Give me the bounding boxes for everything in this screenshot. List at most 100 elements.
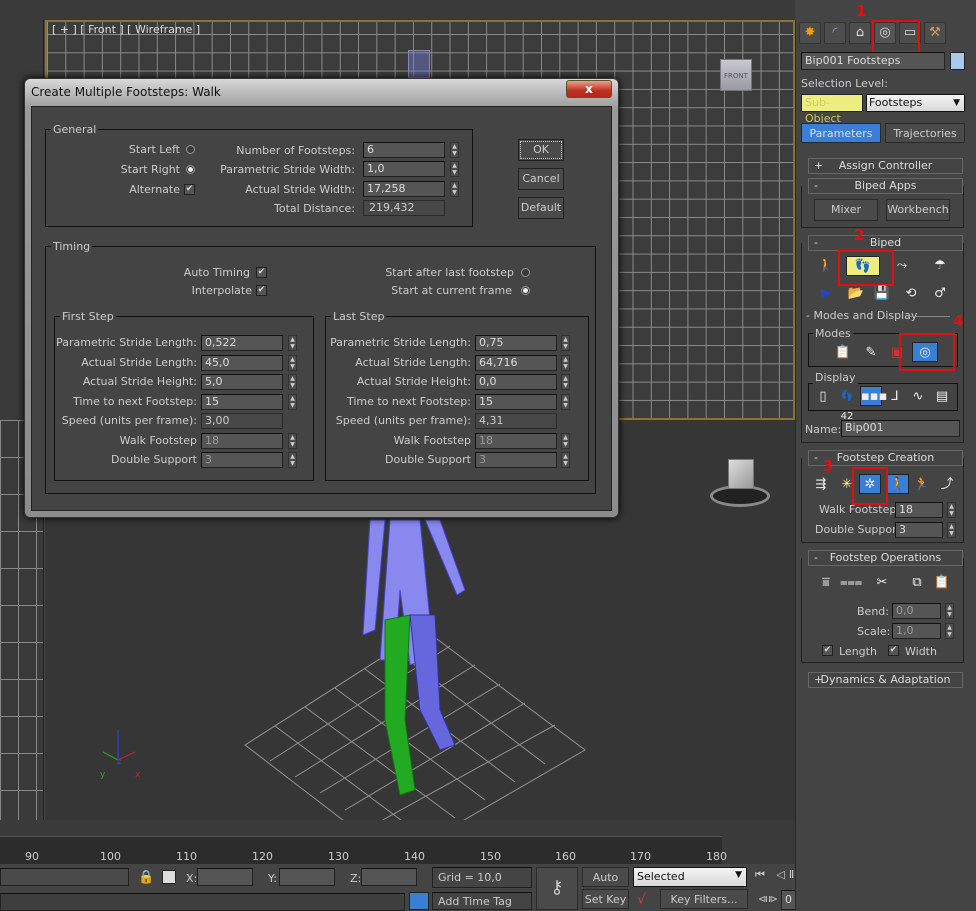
rollout-dynamics-adaptation[interactable]: + Dynamics & Adaptation [808, 672, 963, 688]
script-listener-field[interactable] [0, 868, 129, 886]
rubber-band-mode-icon[interactable]: ✎ [860, 343, 882, 363]
paste-footsteps-icon[interactable]: 📋 [931, 573, 953, 593]
first-step-row-field[interactable]: 0,522 [201, 335, 283, 351]
z-coordinate-field[interactable] [361, 868, 417, 886]
set-key-button[interactable]: Set Key [582, 889, 629, 909]
rollout-assign-controller[interactable]: + Assign Controller [808, 158, 963, 174]
last-step-row-field[interactable]: 0,75 [475, 335, 557, 351]
delete-footsteps-icon[interactable]: ✂ [871, 573, 893, 593]
selection-level-dropdown[interactable]: Footsteps ▼ [866, 94, 965, 112]
bend-spinner[interactable]: ▲ ▼ [945, 603, 954, 619]
walk-icon[interactable]: 🚶 [887, 474, 909, 494]
curve-editor-icon[interactable]: √ [637, 892, 646, 908]
twist-links-icon[interactable]: ▪▪▪ [860, 386, 887, 406]
first-step-row-field[interactable]: 3 [201, 452, 283, 468]
deactivate-footsteps-icon[interactable]: ⩶ [840, 573, 862, 593]
mixer-button[interactable]: Mixer [814, 199, 878, 221]
leg-states-icon[interactable]: ⅃ [884, 387, 906, 407]
last-step-row-spinner[interactable]: ▲ ▼ [561, 432, 570, 449]
viewcube-front[interactable]: FRONT [720, 59, 752, 91]
copy-footsteps-icon[interactable]: ⧉ [906, 573, 928, 593]
first-step-row-field[interactable]: 45,0 [201, 354, 283, 371]
param-stride-width-spinner[interactable]: ▲ ▼ [450, 161, 459, 177]
tab-trajectories[interactable]: Trajectories [885, 123, 965, 143]
cancel-button[interactable]: Cancel [518, 168, 564, 190]
sub-object-button[interactable]: Sub-Object [801, 94, 863, 125]
convert-icon[interactable]: ⟲ [900, 284, 922, 304]
trajectories-icon[interactable]: ∿ [907, 387, 929, 407]
run-icon[interactable]: 🏃 [911, 475, 933, 495]
first-step-row-field[interactable]: 15 [201, 393, 283, 410]
last-step-row-field[interactable]: 18 [475, 432, 557, 449]
objects-display-icon[interactable]: ▯ [812, 387, 834, 407]
first-step-row-field[interactable]: 5,0 [201, 374, 283, 390]
load-file-icon[interactable]: 📂 [845, 284, 867, 304]
biped-wireframe-top[interactable] [408, 50, 430, 78]
double-support-spinner[interactable]: ▲ ▼ [947, 522, 956, 538]
mixer-mode-icon[interactable]: ☂ [929, 256, 951, 276]
motion-flow-mode-icon[interactable]: ⤳ [891, 256, 913, 276]
viewcube-perspective[interactable] [710, 455, 770, 515]
scale-spinner[interactable]: ▲ ▼ [945, 623, 954, 639]
workbench-button[interactable]: Workbench [886, 199, 950, 221]
ok-button[interactable]: OK [518, 139, 564, 161]
last-step-row-spinner[interactable]: ▲ ▼ [561, 354, 570, 371]
last-step-row-field[interactable]: 15 [475, 393, 557, 410]
biped-name-field[interactable]: Bip001 [841, 420, 960, 437]
start-current-radio[interactable] [521, 286, 530, 295]
key-filters-button[interactable]: Key Filters... [660, 889, 748, 909]
utilities-tab-icon[interactable]: ⚒ [924, 22, 946, 44]
footsteps-display-icon[interactable]: 👣42 [836, 387, 858, 422]
key-mode-toggle-icon[interactable]: ⧏⧐ [758, 894, 778, 905]
hierarchy-tab-icon[interactable]: ⌂ [849, 22, 871, 44]
default-button[interactable]: Default [518, 197, 564, 219]
modes-and-display-label[interactable]: - Modes and Display [806, 309, 917, 322]
num-footsteps-field[interactable]: 6 [363, 142, 445, 158]
start-left-radio[interactable] [186, 145, 195, 154]
y-coordinate-field[interactable] [279, 868, 335, 886]
auto-timing-checkbox[interactable]: ✔ [256, 267, 267, 278]
interpolate-checkbox[interactable]: ✔ [256, 285, 267, 296]
auto-key-button[interactable]: Auto Key [582, 867, 629, 904]
playback-icon[interactable]: ▶ [815, 284, 837, 304]
time-tag-icon[interactable] [409, 892, 429, 910]
x-coordinate-field[interactable] [197, 868, 253, 886]
last-step-row-spinner[interactable]: ▲ ▼ [561, 374, 570, 390]
last-step-row-field[interactable]: 0,0 [475, 374, 557, 390]
alternate-checkbox[interactable]: ✔ [184, 184, 195, 195]
move-all-mode-icon[interactable]: ♂ [929, 284, 951, 304]
length-checkbox[interactable]: ✔ [822, 645, 833, 656]
num-footsteps-spinner[interactable]: ▲ ▼ [450, 142, 459, 158]
start-after-last-radio[interactable] [521, 268, 530, 277]
modify-tab-icon[interactable]: ◜ [824, 22, 846, 44]
create-tab-icon[interactable]: ✸ [799, 22, 821, 44]
object-color-swatch[interactable] [950, 52, 965, 70]
width-checkbox[interactable]: ✔ [888, 645, 899, 656]
last-step-row-spinner[interactable]: ▲ ▼ [561, 393, 570, 410]
object-name-field[interactable]: Bip001 Footsteps [801, 52, 945, 70]
key-icon[interactable]: ⚷ [536, 867, 578, 910]
close-button[interactable]: x [566, 80, 612, 98]
last-step-row-spinner[interactable]: ▲ ▼ [561, 452, 570, 468]
absolute-mode-icon[interactable] [162, 870, 176, 884]
first-step-row-field[interactable]: 18 [201, 432, 283, 449]
last-step-row-spinner[interactable]: ▲ ▼ [561, 335, 570, 351]
param-stride-width-field[interactable]: 1,0 [363, 161, 445, 177]
jump-icon[interactable]: ⤴ [936, 475, 958, 495]
actual-stride-width-spinner[interactable]: ▲ ▼ [450, 181, 459, 197]
scale-field[interactable]: 1,0 [892, 623, 941, 639]
double-support-field[interactable]: 3 [895, 522, 943, 538]
save-file-icon[interactable]: 💾 [871, 284, 893, 304]
buffer-mode-icon[interactable]: 📋 [832, 343, 854, 363]
last-step-row-field[interactable]: 64,716 [475, 354, 557, 371]
walk-footstep-field[interactable]: 18 [895, 502, 943, 518]
actual-stride-width-field[interactable]: 17,258 [363, 181, 445, 197]
walk-footstep-spinner[interactable]: ▲ ▼ [947, 502, 956, 518]
bend-field[interactable]: 0,0 [892, 603, 941, 619]
start-right-radio[interactable] [186, 165, 195, 174]
timeline-ruler[interactable]: 90 100 110 120 130 140 150 160 170 180 [0, 836, 727, 864]
preferences-icon[interactable]: ▤ [931, 387, 953, 407]
activate-footsteps-icon[interactable]: ⩸ [815, 573, 837, 593]
tab-parameters[interactable]: Parameters [801, 123, 881, 143]
figure-mode-icon[interactable]: 🚶 [815, 256, 837, 276]
